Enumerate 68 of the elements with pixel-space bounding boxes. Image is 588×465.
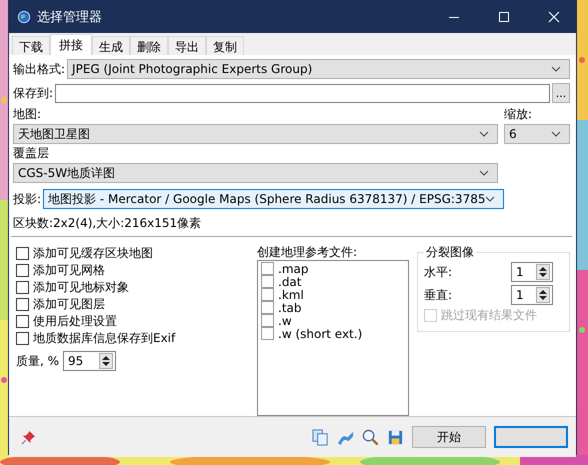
field-label: 保存到: bbox=[13, 84, 54, 102]
vertical-spinner[interactable]: 1 bbox=[511, 285, 553, 305]
quality-spinner[interactable]: 95 bbox=[63, 351, 116, 371]
checkbox-label: .dat bbox=[278, 274, 302, 288]
tab[interactable]: 复制 bbox=[206, 36, 244, 55]
maximize-icon[interactable] bbox=[498, 11, 510, 23]
dialog-button[interactable]: 开始 bbox=[412, 426, 486, 448]
chevron-icon bbox=[479, 170, 489, 176]
checkbox[interactable] bbox=[16, 264, 29, 277]
path-field[interactable] bbox=[55, 84, 550, 102]
field-label: 水平: bbox=[424, 264, 452, 280]
field-label: 垂直: bbox=[424, 286, 452, 304]
checkbox-label: 添加可见缓存区块地图 bbox=[33, 245, 153, 262]
search-icon[interactable] bbox=[362, 428, 379, 446]
dialog-button[interactable] bbox=[494, 426, 568, 448]
checkbox-label: 地质数据库信息保存到Exif bbox=[33, 330, 176, 347]
checkbox-label: .w (short ext.) bbox=[278, 326, 362, 340]
checkbox[interactable] bbox=[261, 275, 274, 288]
field-label: 缩放: bbox=[504, 107, 534, 122]
checkbox-label: .map bbox=[278, 262, 308, 276]
checkbox[interactable] bbox=[16, 332, 29, 345]
checkbox[interactable] bbox=[261, 314, 274, 327]
checkbox[interactable] bbox=[261, 288, 274, 301]
close-icon[interactable] bbox=[548, 11, 560, 23]
checkbox-label: 添加可见地标对象 bbox=[33, 279, 129, 296]
checkbox[interactable] bbox=[261, 327, 274, 340]
chevron-icon bbox=[551, 131, 561, 137]
field-label: 输出格式: bbox=[13, 60, 66, 78]
browse-button[interactable]: ... bbox=[552, 83, 570, 103]
checkbox-label: .tab bbox=[278, 300, 302, 314]
map-dropdown[interactable]: 天地图卫星图 bbox=[13, 124, 498, 144]
projection-dropdown[interactable]: 地图投影 - Mercator / Google Maps (Sphere Radius 6378137) / EPSG:3785 bbox=[43, 189, 504, 209]
checkbox-label: .w bbox=[278, 314, 292, 328]
checkbox[interactable] bbox=[16, 281, 29, 294]
tab[interactable]: 拼接 bbox=[50, 34, 92, 55]
group-title: 分裂图像 bbox=[424, 244, 476, 261]
horizontal-spinner[interactable]: 1 bbox=[511, 262, 553, 282]
globe-icon bbox=[17, 10, 31, 24]
overlay-dropdown[interactable]: CGS-5W地质详图 bbox=[13, 163, 498, 183]
tab[interactable]: 下载 bbox=[12, 36, 50, 55]
checkbox[interactable] bbox=[261, 262, 274, 275]
checkbox-label: 添加可见图层 bbox=[33, 296, 105, 313]
checkbox[interactable] bbox=[16, 298, 29, 311]
chevron-icon bbox=[551, 66, 561, 72]
pin-icon[interactable] bbox=[21, 430, 36, 444]
field-label: 投影: bbox=[13, 190, 42, 208]
checkbox[interactable] bbox=[16, 315, 29, 328]
field-label: 覆盖层 bbox=[13, 146, 50, 161]
format-dropdown[interactable]: JPEG (Joint Photographic Experts Group) bbox=[67, 59, 570, 79]
field-label: 质量, % bbox=[16, 352, 60, 370]
chevron-icon bbox=[485, 196, 496, 202]
checkbox-label: 添加可见网格 bbox=[33, 262, 105, 279]
tab[interactable]: 删除 bbox=[130, 36, 168, 55]
zoom-dropdown[interactable]: 6 bbox=[504, 124, 570, 144]
window-title: 选择管理器 bbox=[37, 9, 103, 26]
checkbox-label: 跳过现有结果文件 bbox=[441, 307, 537, 324]
save-icon[interactable] bbox=[387, 428, 404, 446]
checkbox-label: .kml bbox=[278, 288, 304, 302]
checkbox[interactable] bbox=[261, 301, 274, 314]
tab[interactable]: 导出 bbox=[168, 36, 206, 55]
copy-icon[interactable] bbox=[312, 428, 329, 446]
field-label: 地图: bbox=[13, 107, 42, 122]
tile-info: 区块数:2x2(4),大小:216x151像素 bbox=[13, 215, 202, 232]
checkbox[interactable] bbox=[16, 247, 29, 260]
section-label: 创建地理参考文件: bbox=[257, 245, 358, 260]
checkbox-label: 使用后处理设置 bbox=[33, 313, 117, 330]
tab[interactable]: 生成 bbox=[92, 36, 130, 55]
chevron-icon bbox=[479, 131, 489, 137]
